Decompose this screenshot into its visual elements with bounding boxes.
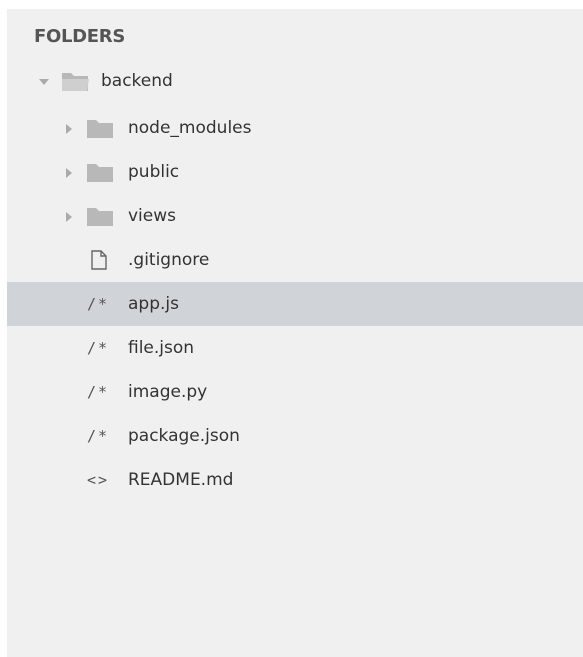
tree-item-views[interactable]: views (7, 194, 583, 238)
tree-item-label: app.js (128, 294, 179, 314)
tree-item-label: public (128, 162, 180, 182)
tree-item-label: file.json (128, 338, 195, 358)
folders-header: FOLDERS (34, 26, 126, 47)
file-icon (89, 249, 109, 271)
tree-item-gitignore[interactable]: .gitignore (7, 238, 583, 282)
tree-item-label: README.md (128, 470, 234, 490)
code-comment-icon: /* (87, 295, 110, 313)
tree-item-label: .gitignore (128, 250, 210, 270)
tree-item-file-json[interactable]: /* file.json (7, 326, 583, 370)
code-comment-icon: /* (87, 383, 110, 401)
tree-item-backend[interactable]: backend (7, 59, 583, 103)
tree-item-app-js[interactable]: /* app.js (7, 282, 583, 326)
tree-item-node-modules[interactable]: node_modules (7, 106, 583, 150)
sidebar: FOLDERS backend node_modules public view… (7, 9, 583, 657)
tree-item-label: image.py (128, 382, 208, 402)
code-comment-icon: /* (87, 339, 110, 357)
tree-item-package-json[interactable]: /* package.json (7, 414, 583, 458)
tree-item-label: views (128, 206, 177, 226)
chevron-right-icon[interactable] (62, 165, 76, 179)
chevron-right-icon[interactable] (62, 121, 76, 135)
tree-item-label: package.json (128, 426, 240, 446)
folder-open-icon (60, 69, 92, 93)
tree-item-label: node_modules (128, 118, 252, 138)
tree-item-public[interactable]: public (7, 150, 583, 194)
code-comment-icon: /* (87, 427, 110, 445)
chevron-right-icon[interactable] (62, 209, 76, 223)
folder-icon (85, 160, 117, 184)
folder-icon (85, 204, 117, 228)
chevron-down-icon[interactable] (37, 74, 51, 88)
tree-item-image-py[interactable]: /* image.py (7, 370, 583, 414)
folder-icon (85, 116, 117, 140)
tree-item-label: backend (101, 71, 173, 91)
markup-icon: <> (87, 471, 110, 489)
tree-item-readme-md[interactable]: <> README.md (7, 458, 583, 502)
